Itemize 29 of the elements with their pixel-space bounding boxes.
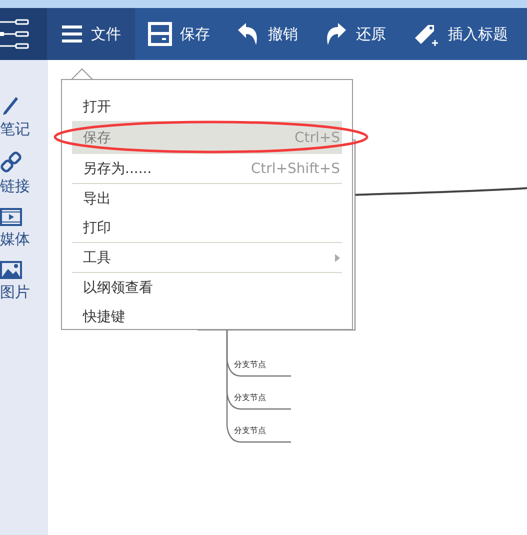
menu-item[interactable]: 快捷键 — [72, 302, 342, 331]
sidebar-label[interactable]: 媒体 — [0, 230, 30, 249]
film-play-icon[interactable] — [0, 208, 22, 226]
menu-item[interactable]: 导出 — [72, 184, 342, 213]
sidebar-label[interactable]: 笔记 — [0, 120, 30, 139]
menu-item[interactable]: 另存为...... Ctrl+Shift+S — [72, 154, 342, 183]
menu-item[interactable]: 以纲领查看 — [72, 273, 342, 302]
sidebar-label[interactable]: 图片 — [0, 283, 30, 302]
outline-icon[interactable] — [0, 8, 47, 60]
shortcut-label: Ctrl+Shift+S — [250, 160, 340, 176]
pencil-icon[interactable] — [0, 94, 20, 116]
sidebar-label[interactable]: 链接 — [0, 177, 30, 196]
branch-node[interactable]: 分支节点 — [234, 392, 266, 403]
toolbar-button[interactable]: 撤销 — [223, 8, 311, 60]
toolbar-button[interactable]: 插入标题 — [399, 8, 521, 60]
toolbar-button[interactable]: 还原 — [311, 8, 399, 60]
menu-item[interactable]: 打印 — [72, 213, 342, 242]
undo-arrow-icon — [236, 21, 260, 47]
shortcut-label: Ctrl+S — [294, 130, 340, 146]
image-icon[interactable] — [0, 261, 22, 279]
menu-item[interactable]: 打开 — [72, 92, 342, 121]
chain-link-icon[interactable] — [0, 151, 22, 173]
branch-node[interactable]: 分支节点 — [234, 359, 266, 370]
branch-node[interactable]: 分支节点 — [234, 425, 266, 436]
file-menu-button[interactable]: 文件 — [47, 8, 135, 60]
menu-icon — [61, 24, 83, 44]
menu-item[interactable]: 工具 — [72, 243, 342, 272]
toolbar-button[interactable]: 保存 — [135, 8, 223, 60]
redo-arrow-icon — [324, 21, 348, 47]
